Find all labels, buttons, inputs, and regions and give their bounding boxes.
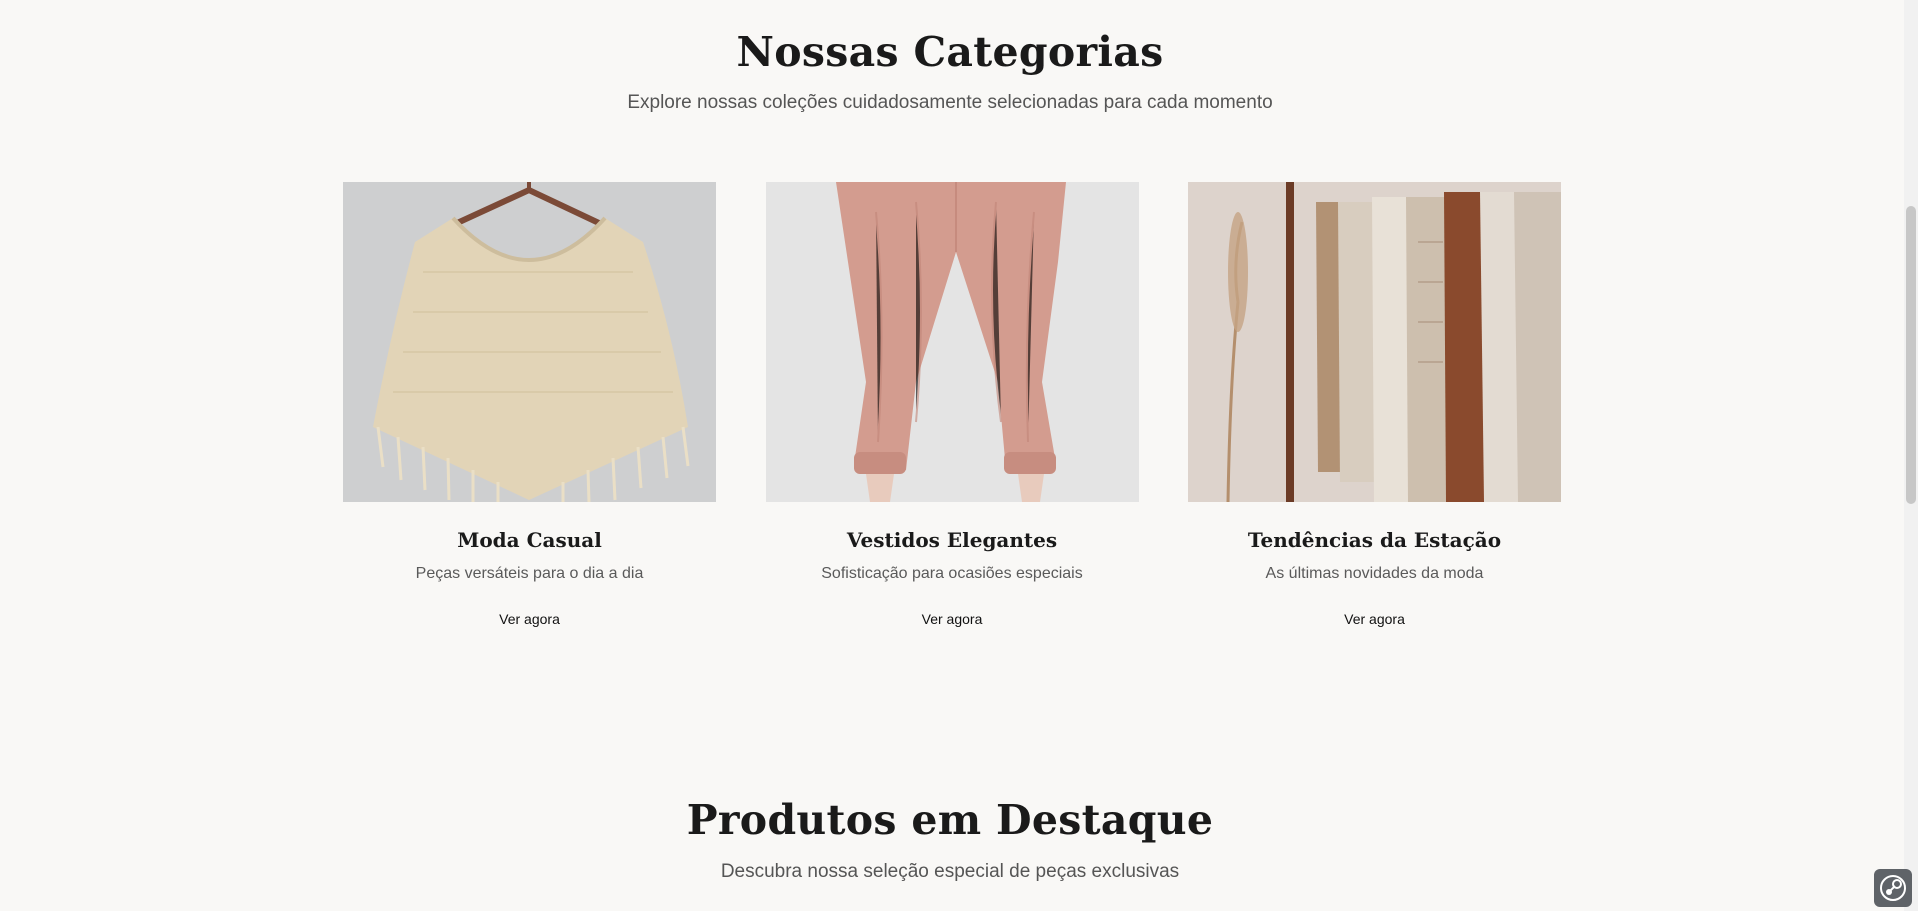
category-description: As últimas novidades da moda (1265, 565, 1484, 582)
categories-grid: Moda Casual Peças versáteis para o dia a… (343, 182, 1561, 627)
ver-agora-link[interactable]: Ver agora (1344, 611, 1405, 627)
category-card-tendencias[interactable]: Tendências da Estação As últimas novidad… (1188, 182, 1561, 627)
steam-glyph-icon (1880, 875, 1906, 901)
steam-icon[interactable] (1874, 869, 1912, 907)
category-image-tendencias[interactable] (1188, 182, 1561, 502)
category-image-vestidos-elegantes[interactable] (765, 182, 1139, 502)
category-image-moda-casual[interactable] (343, 182, 716, 502)
category-card-vestidos-elegantes[interactable]: Vestidos Elegantes Sofisticação para oca… (765, 182, 1139, 627)
clothing-rack-photo (1188, 182, 1561, 502)
pink-pants-photo (765, 182, 1139, 502)
ver-agora-link[interactable]: Ver agora (922, 611, 983, 627)
scrollbar-thumb[interactable] (1906, 206, 1916, 504)
categories-title: Nossas Categorias (736, 28, 1164, 76)
category-title: Vestidos Elegantes (846, 528, 1058, 552)
category-card-moda-casual[interactable]: Moda Casual Peças versáteis para o dia a… (343, 182, 716, 627)
category-description: Peças versáteis para o dia a dia (415, 565, 644, 582)
category-title: Moda Casual (457, 528, 602, 552)
category-title: Tendências da Estação (1247, 528, 1502, 552)
featured-subtitle: Descubra nossa seleção especial de peças… (720, 861, 1180, 882)
vertical-scrollbar[interactable] (1904, 0, 1918, 911)
categories-subtitle: Explore nossas coleções cuidadosamente s… (627, 92, 1273, 113)
category-description: Sofisticação para ocasiões especiais (821, 565, 1083, 582)
page: Nossas Categorias Explore nossas coleçõe… (0, 0, 1918, 911)
poncho-photo (343, 182, 716, 502)
ver-agora-link[interactable]: Ver agora (499, 611, 560, 627)
featured-title: Produtos em Destaque (686, 796, 1214, 844)
